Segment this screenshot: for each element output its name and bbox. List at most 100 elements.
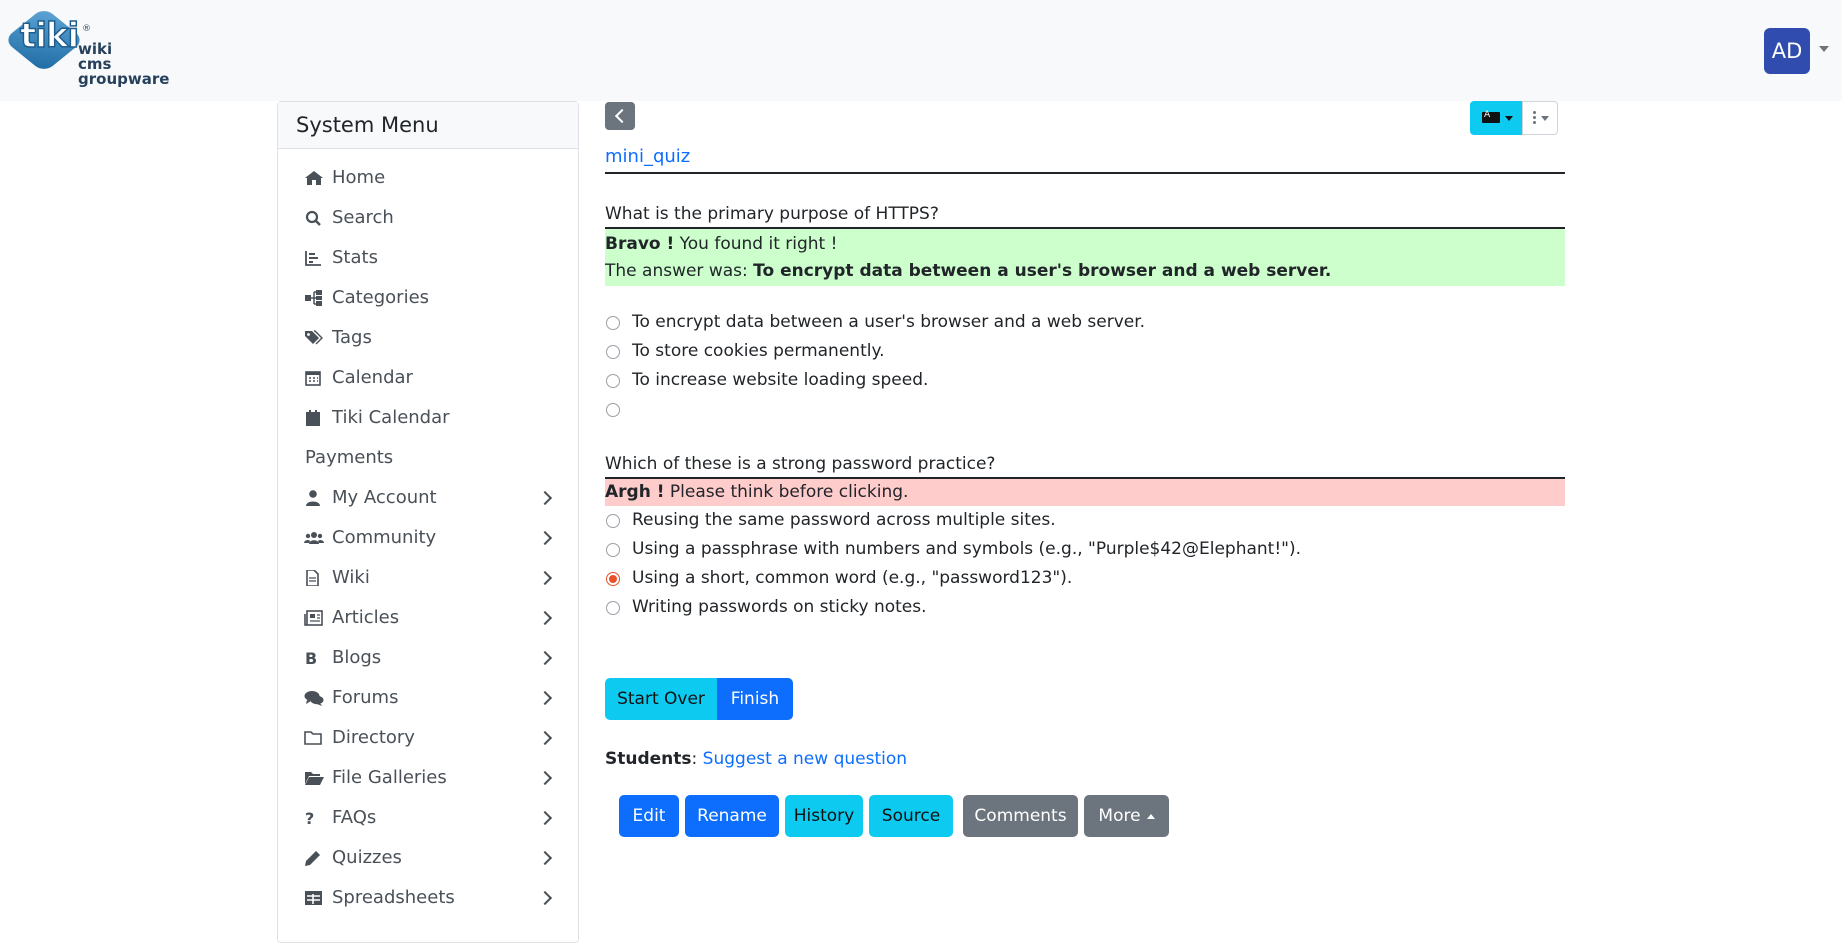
- sidebar-item-quizzes[interactable]: Quizzes: [278, 838, 578, 878]
- source-button[interactable]: Source: [869, 795, 953, 837]
- radio-button[interactable]: [606, 543, 620, 557]
- option-label[interactable]: Using a passphrase with numbers and symb…: [632, 535, 1301, 564]
- sidebar-item-label: Search: [332, 207, 394, 228]
- sidebar-item-search[interactable]: Search: [278, 198, 578, 238]
- sidebar-item-label: Spreadsheets: [332, 887, 455, 908]
- sidebar-item-calendar[interactable]: Calendar: [278, 358, 578, 398]
- answer-option[interactable]: To encrypt data between a user's browser…: [605, 308, 1565, 337]
- more-label: More: [1098, 806, 1141, 826]
- caret-down-icon: [1541, 116, 1549, 121]
- sidebar-item-forums[interactable]: Forums: [278, 678, 578, 718]
- radio-button[interactable]: [606, 374, 620, 388]
- chevron-right-icon[interactable]: [537, 850, 553, 866]
- option-label[interactable]: To store cookies permanently.: [632, 337, 885, 366]
- answer-option[interactable]: Reusing the same password across multipl…: [605, 506, 1565, 535]
- newspaper-icon: [304, 610, 324, 626]
- svg-text:?: ?: [305, 810, 314, 826]
- answer-option-selected[interactable]: Using a short, common word (e.g., "passw…: [605, 564, 1565, 593]
- question-text: Which of these is a strong password prac…: [605, 451, 1565, 479]
- sidebar-item-faqs[interactable]: ? FAQs: [278, 798, 578, 838]
- calendar-icon: [304, 370, 324, 386]
- sidebar-item-label: Community: [332, 527, 437, 548]
- sidebar-item-stats[interactable]: Stats: [278, 238, 578, 278]
- calendar-filled-icon: [304, 410, 324, 426]
- chevron-right-icon[interactable]: [537, 650, 553, 666]
- sidebar-item-home[interactable]: Home: [278, 158, 578, 198]
- sidebar-item-label: Directory: [332, 727, 415, 748]
- svg-text:B: B: [305, 650, 317, 666]
- history-button[interactable]: History: [785, 795, 863, 837]
- answer-option[interactable]: To store cookies permanently.: [605, 337, 1565, 366]
- option-label[interactable]: Writing passwords on sticky notes.: [632, 593, 927, 622]
- answer-option[interactable]: Using a passphrase with numbers and symb…: [605, 535, 1565, 564]
- page-actions-button[interactable]: [1522, 101, 1558, 135]
- students-colon: :: [691, 749, 703, 769]
- answer-option[interactable]: [605, 395, 1565, 424]
- sidebar-item-label: Tiki Calendar: [332, 407, 450, 428]
- suggest-question-link[interactable]: Suggest a new question: [703, 749, 907, 769]
- answer-option[interactable]: Writing passwords on sticky notes.: [605, 593, 1565, 622]
- chevron-right-icon[interactable]: [537, 890, 553, 906]
- chevron-right-icon[interactable]: [537, 570, 553, 586]
- sidebar-item-blogs[interactable]: B Blogs: [278, 638, 578, 678]
- sidebar-item-categories[interactable]: Categories: [278, 278, 578, 318]
- radio-button[interactable]: [606, 403, 620, 417]
- system-menu-list: Home Search Stats Categories Tags Calend…: [278, 158, 578, 918]
- sidebar-item-my-account[interactable]: My Account: [278, 478, 578, 518]
- user-icon: [304, 490, 324, 506]
- sidebar-item-wiki[interactable]: Wiki: [278, 558, 578, 598]
- page-title-link[interactable]: mini_quiz: [605, 146, 690, 167]
- sidebar-item-label: Wiki: [332, 567, 370, 588]
- sidebar-item-payments[interactable]: Payments: [278, 438, 578, 478]
- sidebar-item-label: FAQs: [332, 807, 377, 828]
- translate-button[interactable]: [1470, 101, 1522, 135]
- radio-button[interactable]: [606, 345, 620, 359]
- more-button[interactable]: More: [1084, 795, 1169, 837]
- caret-down-icon[interactable]: [1819, 46, 1829, 52]
- radio-button[interactable]: [606, 316, 620, 330]
- avatar[interactable]: AD: [1764, 28, 1810, 74]
- option-label[interactable]: Reusing the same password across multipl…: [632, 506, 1056, 535]
- radio-button[interactable]: [606, 601, 620, 615]
- option-label[interactable]: Using a short, common word (e.g., "passw…: [632, 564, 1072, 593]
- chevron-right-icon[interactable]: [537, 810, 553, 826]
- ellipsis-vertical-icon: [1533, 111, 1536, 114]
- start-over-button[interactable]: Start Over: [605, 678, 717, 720]
- feedback-text: Please think before clicking.: [664, 482, 909, 502]
- page-tools: [1470, 101, 1558, 135]
- feedback-strong: Bravo !: [605, 234, 675, 254]
- chevron-right-icon[interactable]: [537, 690, 553, 706]
- answer-option[interactable]: To increase website loading speed.: [605, 366, 1565, 395]
- finish-button[interactable]: Finish: [717, 678, 793, 720]
- sidebar-item-tiki-calendar[interactable]: Tiki Calendar: [278, 398, 578, 438]
- option-label[interactable]: To encrypt data between a user's browser…: [632, 308, 1145, 337]
- chevron-right-icon[interactable]: [537, 610, 553, 626]
- edit-button[interactable]: Edit: [619, 795, 679, 837]
- chevron-right-icon[interactable]: [537, 730, 553, 746]
- sidebar-item-label: Articles: [332, 607, 400, 628]
- radio-button[interactable]: [606, 514, 620, 528]
- sidebar-item-articles[interactable]: Articles: [278, 598, 578, 638]
- chevron-right-icon[interactable]: [537, 530, 553, 546]
- sidebar-item-file-galleries[interactable]: File Galleries: [278, 758, 578, 798]
- sidebar-item-label: Payments: [305, 447, 394, 468]
- chevron-right-icon[interactable]: [537, 770, 553, 786]
- sidebar-item-label: Home: [332, 167, 386, 188]
- tiki-logo[interactable]: tiki ® wiki cms groupware: [3, 7, 172, 94]
- quiz-question-1: What is the primary purpose of HTTPS? Br…: [605, 201, 1565, 424]
- back-button[interactable]: [605, 102, 635, 130]
- option-label[interactable]: To increase website loading speed.: [632, 366, 928, 395]
- user-menu[interactable]: AD: [1764, 28, 1834, 74]
- students-label: Students: [605, 749, 692, 769]
- home-icon: [304, 170, 324, 186]
- sidebar-item-directory[interactable]: Directory: [278, 718, 578, 758]
- sidebar-item-label: File Galleries: [332, 767, 447, 788]
- sidebar-item-community[interactable]: Community: [278, 518, 578, 558]
- chevron-right-icon[interactable]: [537, 490, 553, 506]
- radio-button-checked[interactable]: [606, 572, 620, 586]
- rename-button[interactable]: Rename: [685, 795, 779, 837]
- sidebar-item-spreadsheets[interactable]: Spreadsheets: [278, 878, 578, 918]
- comments-button[interactable]: Comments: [963, 795, 1078, 837]
- table-icon: [304, 890, 324, 906]
- sidebar-item-tags[interactable]: Tags: [278, 318, 578, 358]
